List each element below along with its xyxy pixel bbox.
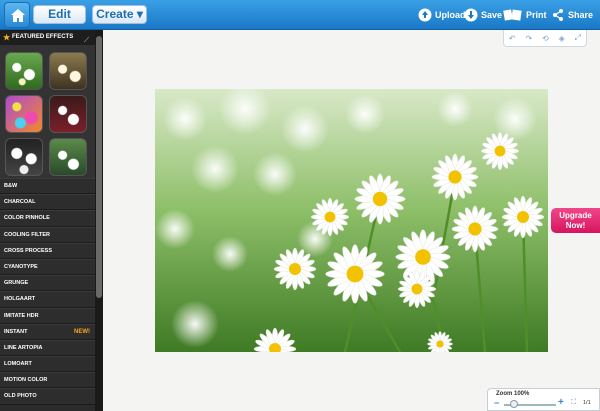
save-icon (464, 8, 478, 22)
save-label: Save (481, 10, 503, 20)
daisy-flower (501, 195, 545, 239)
print-label: Print (526, 10, 547, 20)
home-icon (11, 9, 25, 22)
effect-item[interactable]: COLOR PINHOLE (0, 210, 95, 227)
upload-label: Upload (435, 10, 466, 20)
effect-label: OLD PHOTO (4, 393, 37, 400)
edit-tab[interactable]: Edit (33, 5, 86, 24)
effect-label: CHARCOAL (4, 199, 36, 206)
editor-canvas: ↶ ↷ ⟲ ◈ ⤢ (103, 30, 600, 411)
home-button[interactable] (4, 2, 30, 28)
layers-icon[interactable]: ◈ (559, 34, 565, 43)
effect-label: COLOR PINHOLE (4, 215, 50, 222)
print-button[interactable]: Print (503, 7, 547, 23)
effect-item[interactable]: GRUNGE (0, 275, 95, 292)
star-icon: ★ (3, 33, 11, 42)
zoom-slider-handle[interactable] (510, 400, 518, 408)
zoom-label: Zoom 100% (496, 391, 530, 397)
save-button[interactable]: Save (464, 7, 502, 23)
effect-item[interactable]: CHARCOAL (0, 194, 95, 211)
upload-icon (418, 8, 432, 22)
redo-icon[interactable]: ↷ (525, 34, 532, 43)
daisy-flower (397, 269, 437, 309)
effect-label: MOTION COLOR (4, 377, 48, 384)
effects-sidebar: ★ FEATURED EFFECTS ⟋ B&W CHARCOAL COLOR PI… (0, 30, 103, 411)
featured-effect-thumb[interactable] (5, 95, 43, 133)
effect-item[interactable]: MOTION COLOR (0, 372, 95, 389)
featured-effect-thumb[interactable] (49, 138, 87, 176)
effect-item[interactable]: LINE ARTOPIA (0, 339, 95, 357)
effect-item[interactable]: COOLING FILTER (0, 226, 95, 243)
effect-label: B&W (4, 183, 18, 189)
effect-label: IMITATE HDR (4, 312, 39, 319)
sidebar-scrollbar[interactable] (95, 30, 103, 411)
effect-item[interactable]: LOMOART (0, 356, 95, 373)
effect-item[interactable]: CROSS PROCESS (0, 242, 95, 259)
canvas-toolbar: ↶ ↷ ⟲ ◈ ⤢ (503, 30, 587, 47)
effect-item[interactable]: OLD PHOTO (0, 388, 95, 405)
photo-preview[interactable] (155, 89, 548, 352)
new-badge: NEW! (74, 328, 90, 335)
share-button[interactable]: Share (551, 7, 593, 23)
fit-to-screen-icon[interactable]: ⛶ (571, 399, 576, 407)
top-toolbar: Edit Create ▾ Upload Save Print Share (0, 0, 600, 30)
daisy-flower (354, 173, 406, 225)
effect-item[interactable]: CYANOTYPE (0, 258, 95, 276)
daisy-photo (155, 89, 548, 352)
upgrade-now-button[interactable]: Upgrade Now! (551, 208, 600, 233)
featured-effect-thumb[interactable] (5, 138, 43, 176)
effect-label: HOLGAART (4, 296, 36, 303)
effect-item[interactable]: B&W (0, 178, 95, 195)
effect-label: LOMOART (4, 361, 32, 368)
daisy-flower (310, 197, 350, 237)
effect-label: CYANOTYPE (4, 263, 38, 270)
upload-button[interactable]: Upload (418, 7, 466, 23)
share-label: Share (568, 10, 594, 20)
create-tab[interactable]: Create ▾ (92, 5, 147, 24)
featured-effect-thumb[interactable] (49, 52, 87, 90)
daisy-flower (431, 153, 479, 201)
share-icon (553, 9, 563, 21)
effect-item[interactable]: HOLGAART (0, 291, 95, 308)
effects-list: B&W CHARCOAL COLOR PINHOLE COOLING FILTER CR… (0, 178, 95, 405)
zoom-in-icon[interactable]: + (558, 397, 564, 408)
effect-label: INSTANT (4, 328, 28, 335)
undo-icon[interactable]: ↶ (509, 34, 516, 43)
effect-label: COOLING FILTER (4, 231, 51, 238)
reset-icon[interactable]: ⟲ (542, 34, 549, 43)
actual-size-label[interactable]: 1/1 (583, 400, 591, 406)
featured-effects-title: FEATURED EFFECTS (12, 34, 74, 40)
daisy-flower (480, 131, 520, 171)
zoom-panel: Zoom 100% − + ⛶ 1/1 (487, 388, 600, 411)
effect-label: LINE ARTOPIA (4, 344, 43, 351)
scrollbar-thumb[interactable] (96, 36, 102, 298)
daisy-flower (325, 244, 385, 304)
effect-label: GRUNGE (4, 280, 29, 287)
daisy-flower (451, 205, 499, 253)
zoom-out-icon[interactable]: − (494, 398, 499, 408)
featured-effects-header: ★ FEATURED EFFECTS ⟋ (0, 30, 95, 45)
print-icon (503, 9, 522, 21)
fullscreen-icon[interactable]: ⤢ (575, 33, 581, 43)
featured-effect-thumb[interactable] (5, 52, 43, 90)
featured-effect-thumb[interactable] (49, 95, 87, 133)
effect-label: CROSS PROCESS (4, 247, 52, 254)
daisy-flower (273, 247, 317, 291)
effect-item[interactable]: INSTANT NEW! (0, 323, 95, 340)
effect-item[interactable]: IMITATE HDR (0, 307, 95, 324)
